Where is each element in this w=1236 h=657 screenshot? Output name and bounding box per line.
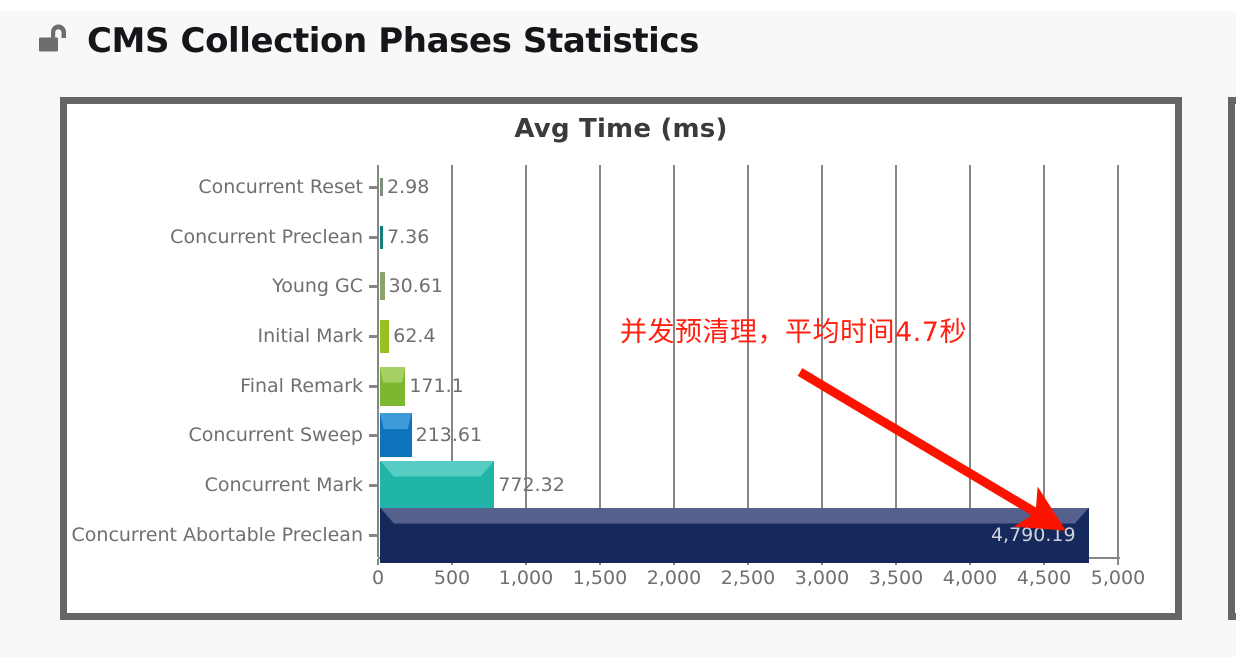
y-axis-tick bbox=[369, 186, 378, 189]
category-label: Concurrent Preclean bbox=[170, 226, 363, 248]
y-axis-tick bbox=[369, 385, 378, 388]
bar-value-label: 171.1 bbox=[409, 375, 464, 397]
y-axis-tick bbox=[369, 285, 378, 288]
bar bbox=[380, 272, 385, 300]
bar-value-label: 62.4 bbox=[393, 325, 436, 347]
category-label: Concurrent Abortable Preclean bbox=[71, 524, 363, 546]
bar-value-label: 30.61 bbox=[388, 275, 443, 297]
chart-gridline bbox=[821, 165, 823, 557]
x-axis-tick-label: 3,000 bbox=[794, 567, 850, 589]
bar bbox=[380, 319, 390, 353]
x-axis-tick-label: 4,000 bbox=[942, 567, 998, 589]
x-axis-tick bbox=[1117, 559, 1119, 565]
bar bbox=[380, 460, 495, 510]
page-title: CMS Collection Phases Statistics bbox=[34, 16, 699, 66]
x-axis-tick-label: 4,500 bbox=[1016, 567, 1072, 589]
y-axis-tick bbox=[369, 484, 378, 487]
category-label: Initial Mark bbox=[257, 325, 363, 347]
chart-gridline bbox=[747, 165, 749, 557]
x-axis-tick bbox=[377, 559, 379, 565]
chart-frame-secondary bbox=[1228, 97, 1236, 620]
bar-value-label: 4,790.19 bbox=[990, 524, 1076, 546]
chart-gridline bbox=[377, 165, 379, 557]
chart-gridline bbox=[969, 165, 971, 557]
page-top-strip bbox=[0, 0, 1236, 11]
category-label: Concurrent Sweep bbox=[188, 424, 363, 446]
chart-gridline bbox=[599, 165, 601, 557]
bar-value-label: 213.61 bbox=[415, 424, 483, 446]
page-title-text: CMS Collection Phases Statistics bbox=[87, 21, 700, 61]
y-axis-tick bbox=[369, 335, 378, 338]
chart-gridline bbox=[673, 165, 675, 557]
x-axis-tick-label: 1,000 bbox=[498, 567, 554, 589]
bar-value-label: 2.98 bbox=[387, 176, 430, 198]
bar bbox=[380, 225, 383, 249]
chart-gridline bbox=[525, 165, 527, 557]
chart-gridline bbox=[1117, 165, 1119, 557]
category-label: Concurrent Reset bbox=[198, 176, 363, 198]
x-axis-tick-label: 5,000 bbox=[1090, 567, 1146, 589]
x-axis-tick-label: 2,000 bbox=[646, 567, 702, 589]
category-label: Final Remark bbox=[240, 375, 363, 397]
bar bbox=[380, 413, 412, 457]
x-axis-tick-label: 1,500 bbox=[572, 567, 628, 589]
x-axis-tick-label: 500 bbox=[433, 567, 471, 589]
x-axis-tick-label: 3,500 bbox=[868, 567, 924, 589]
annotation-text: 并发预清理，平均时间4.7秒 bbox=[620, 317, 967, 348]
chart-plot-area: 0 500 1,000 1,500 2,000 2,500 3,000 3,500 4,000 4… bbox=[67, 104, 1175, 613]
y-axis-tick bbox=[369, 434, 378, 437]
category-label: Concurrent Mark bbox=[204, 474, 363, 496]
unlock-icon bbox=[34, 19, 74, 64]
bar bbox=[380, 507, 1089, 563]
chart-gridline bbox=[895, 165, 897, 557]
bar-value-label: 7.36 bbox=[387, 226, 430, 248]
x-axis-tick-label: 2,500 bbox=[720, 567, 776, 589]
x-axis-tick-label: 0 bbox=[371, 567, 385, 589]
bar bbox=[380, 366, 406, 406]
y-axis-tick bbox=[369, 534, 378, 537]
category-label: Young GC bbox=[272, 275, 363, 297]
bar-value-label: 772.32 bbox=[498, 474, 565, 496]
chart-frame: Avg Time (ms) 0 500 1,000 1,500 2,000 2,500 3,… bbox=[60, 97, 1182, 620]
bar bbox=[380, 178, 383, 196]
chart-gridline bbox=[1043, 165, 1045, 557]
y-axis-tick bbox=[369, 236, 378, 239]
